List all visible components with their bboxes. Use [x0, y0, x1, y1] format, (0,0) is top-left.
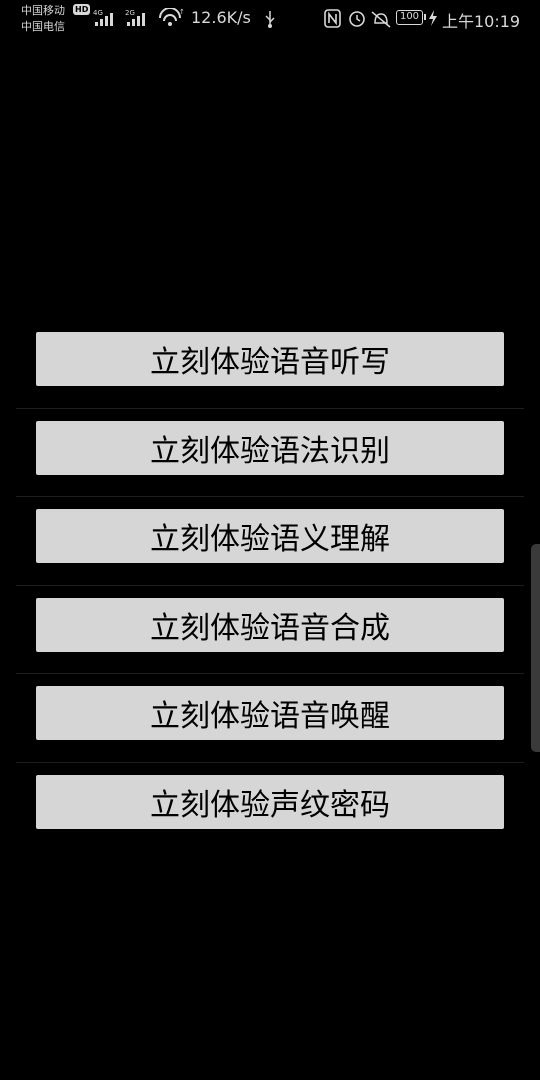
- voiceprint-password-demo-button[interactable]: 立刻体验声纹密码: [36, 774, 504, 829]
- network-type-label: 2G: [125, 9, 135, 17]
- signal-icon: 2G: [125, 9, 145, 26]
- list-item: 立刻体验语义理解: [16, 497, 524, 586]
- feature-list: 立刻体验语音听写 立刻体验语法识别 立刻体验语义理解 立刻体验语音合成 立刻体验…: [16, 320, 524, 851]
- alarm-icon: [349, 11, 365, 27]
- list-item: 立刻体验语音唤醒: [16, 674, 524, 763]
- mute-icon: [371, 11, 391, 28]
- grammar-recognition-demo-button[interactable]: 立刻体验语法识别: [36, 420, 504, 475]
- list-item: 立刻体验语音听写: [16, 320, 524, 409]
- voice-wakeup-demo-button[interactable]: 立刻体验语音唤醒: [36, 686, 504, 740]
- usb-icon: [265, 11, 275, 28]
- scrollbar[interactable]: [531, 544, 540, 752]
- status-bar: 中国移动 中国电信 HD 4G 2G ↑ 12.6K/s 100 上午10:19: [0, 0, 540, 40]
- charging-icon: [429, 10, 437, 26]
- wifi-icon: ↑: [159, 8, 184, 26]
- dictation-demo-button[interactable]: 立刻体验语音听写: [36, 332, 504, 386]
- carrier-name-1: 中国移动: [21, 4, 65, 17]
- list-item: 立刻体验语法识别: [16, 409, 524, 497]
- semantic-understanding-demo-button[interactable]: 立刻体验语义理解: [36, 509, 504, 563]
- system-status-icons: [324, 9, 391, 28]
- carrier-name-2: 中国电信: [21, 20, 65, 33]
- hd-badge: HD: [73, 4, 91, 15]
- network-type-label: 4G: [93, 9, 103, 17]
- clock: 上午10:19: [442, 12, 521, 31]
- carrier-info: 中国移动 中国电信: [21, 3, 65, 35]
- list-item: 立刻体验声纹密码: [16, 763, 524, 852]
- svg-text:↑: ↑: [179, 8, 184, 16]
- list-item: 立刻体验语音合成: [16, 586, 524, 674]
- nfc-icon: [324, 9, 341, 28]
- network-speed: 12.6K/s: [191, 8, 251, 27]
- signal-icon: 4G: [93, 9, 113, 26]
- speech-synthesis-demo-button[interactable]: 立刻体验语音合成: [36, 597, 504, 652]
- battery-icon: 100: [396, 10, 426, 25]
